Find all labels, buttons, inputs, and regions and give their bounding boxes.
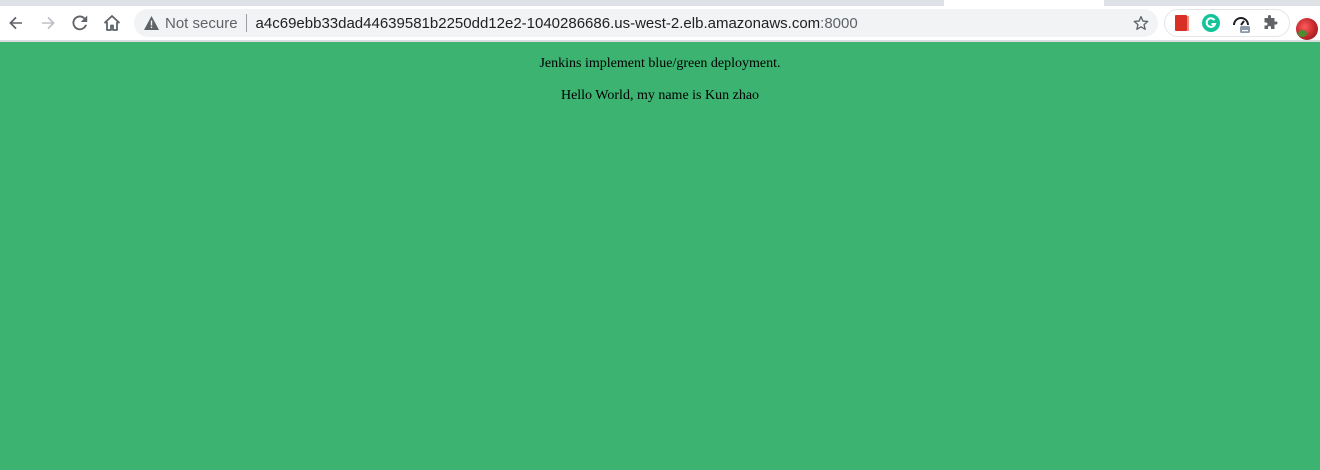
browser-window: Not secure a4c69ebb33dad44639581b2250dd1… — [0, 0, 1320, 470]
home-icon — [104, 15, 120, 31]
url-port: :8000 — [820, 14, 858, 32]
deployment-message: Jenkins implement blue/green deployment. — [539, 56, 781, 71]
bookmark-extension-icon[interactable] — [1171, 11, 1193, 35]
address-divider — [245, 14, 247, 32]
avatar-leaf — [1298, 30, 1307, 37]
back-button[interactable] — [0, 7, 32, 39]
page-content: Jenkins implement blue/green deployment.… — [0, 42, 1320, 104]
reload-button[interactable] — [64, 7, 96, 39]
reload-icon — [72, 15, 88, 31]
page-viewport: Jenkins implement blue/green deployment.… — [0, 42, 1320, 470]
url-host: a4c69ebb33dad44639581b2250dd12e2-1040286… — [255, 14, 821, 32]
profile-avatar[interactable] — [1296, 18, 1318, 40]
greeting-message: Hello World, my name is Kun zhao — [560, 88, 760, 103]
address-bar[interactable]: Not secure a4c69ebb33dad44639581b2250dd1… — [134, 9, 1158, 37]
back-arrow-icon — [9, 16, 22, 30]
warning-triangle-icon[interactable] — [143, 15, 159, 31]
speed-extension-icon[interactable] — [1230, 11, 1252, 35]
url-text[interactable]: a4c69ebb33dad44639581b2250dd12e2-1040286… — [256, 15, 858, 32]
browser-toolbar: Not secure a4c69ebb33dad44639581b2250dd1… — [0, 6, 1320, 40]
security-status-label[interactable]: Not secure — [165, 15, 238, 32]
grammarly-extension-icon[interactable] — [1201, 11, 1223, 35]
puzzle-extensions-icon[interactable] — [1260, 11, 1282, 35]
home-button[interactable] — [96, 7, 128, 39]
navigation-buttons — [0, 7, 128, 39]
forward-button[interactable] — [32, 7, 64, 39]
forward-arrow-icon — [42, 16, 55, 30]
bookmark-star-icon[interactable] — [1132, 14, 1150, 32]
extensions-area — [1164, 9, 1290, 37]
